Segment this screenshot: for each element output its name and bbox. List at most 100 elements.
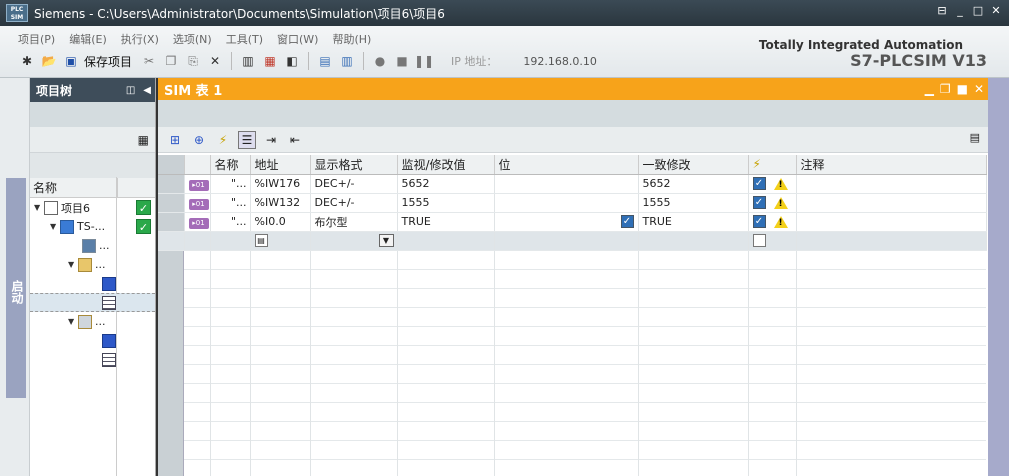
minimize-icon[interactable]: ▁ <box>925 82 934 96</box>
enable-checkbox[interactable]: ✓ <box>752 196 766 210</box>
tree-item-add-table[interactable] <box>30 274 155 293</box>
stop-icon[interactable]: ■ <box>393 52 411 70</box>
cell-consistent-modify[interactable]: TRUE <box>638 212 749 232</box>
close-button[interactable]: ✕ <box>989 4 1003 17</box>
download-icon[interactable]: ▦ <box>261 52 279 70</box>
menu-execute[interactable]: 执行(X) <box>121 31 159 47</box>
compile-icon[interactable]: ▥ <box>239 52 257 70</box>
tree-item-sim-table[interactable] <box>30 293 155 312</box>
cell-monitor-value[interactable]: 5652 <box>397 174 495 194</box>
browse-icon[interactable]: ▤ <box>254 234 268 248</box>
enable-checkbox[interactable]: ✓ <box>752 215 766 229</box>
column-header-modify-enable[interactable]: ⚡ <box>748 155 797 175</box>
export-icon[interactable]: ⇥ <box>262 131 280 149</box>
enable-checkbox[interactable]: ✓ <box>752 234 766 248</box>
cut-icon[interactable]: ✂ <box>140 52 158 70</box>
cell-bits[interactable] <box>494 231 639 251</box>
expanded-mode-icon[interactable]: ☰ <box>238 130 256 149</box>
table-row[interactable]: ▸01 "... %IW132 DEC+/- 1555 1555 ✓ <box>158 193 987 213</box>
cell-address[interactable]: ▤ <box>250 231 311 251</box>
cell-bits[interactable] <box>494 174 639 194</box>
tree-item-add-sequence[interactable] <box>30 331 155 350</box>
maximize-button[interactable]: □ <box>971 4 985 17</box>
cell-format[interactable]: DEC+/- <box>310 174 398 194</box>
cell-address[interactable]: %IW176 <box>250 174 311 194</box>
cell-modify-enable[interactable]: ✓ <box>748 193 797 213</box>
delete-icon[interactable]: ✕ <box>206 52 224 70</box>
menu-window[interactable]: 窗口(W) <box>277 31 318 47</box>
cell-address[interactable]: %I0.0 <box>250 212 311 232</box>
split-vertical-icon[interactable]: ▥ <box>338 52 356 70</box>
tree-item-sim-folder[interactable]: ▼ ... <box>30 255 155 274</box>
cell-consistent-modify[interactable]: 5652 <box>638 174 749 194</box>
maximize-icon[interactable]: ■ <box>957 82 968 96</box>
pause-icon[interactable]: ❚❚ <box>414 52 434 70</box>
add-row-icon[interactable]: ⊞ <box>166 131 184 149</box>
split-view-icon[interactable]: ◫ <box>126 85 135 96</box>
format-dropdown-icon[interactable]: ▼ <box>378 234 394 248</box>
expand-arrow-icon[interactable]: ▼ <box>34 203 44 212</box>
cell-modify-enable[interactable]: ✓ <box>748 174 797 194</box>
cell-monitor-value[interactable] <box>397 231 495 251</box>
cell-comment[interactable] <box>796 231 987 251</box>
table-row[interactable]: ▸01 "... %I0.0 布尔型 TRUE ✓ TRUE ✓ <box>158 212 987 232</box>
minimize-button[interactable]: _ <box>953 4 967 17</box>
expand-arrow-icon[interactable]: ▼ <box>68 260 78 269</box>
cell-format[interactable]: DEC+/- <box>310 193 398 213</box>
cell-name[interactable]: "... <box>210 212 251 232</box>
cell-monitor-value[interactable]: TRUE <box>397 212 495 232</box>
import-icon[interactable]: ⇤ <box>286 131 304 149</box>
column-header-monitor-value[interactable]: 监视/修改值 <box>397 155 495 175</box>
cell-address[interactable]: %IW132 <box>250 193 311 213</box>
enable-checkbox[interactable]: ✓ <box>752 177 766 191</box>
save-project-button[interactable]: 保存项目 <box>84 53 132 70</box>
menu-tools[interactable]: 工具(T) <box>226 31 263 47</box>
table-row[interactable]: ▸01 "... %IW176 DEC+/- 5652 5652 ✓ <box>158 174 987 194</box>
cell-monitor-value[interactable]: 1555 <box>397 193 495 213</box>
column-header-name[interactable]: 名称 <box>210 155 251 175</box>
run-icon[interactable]: ● <box>371 52 389 70</box>
expand-arrow-icon[interactable]: ▼ <box>68 317 78 326</box>
close-icon[interactable]: ✕ <box>974 82 984 96</box>
collapse-panel-icon[interactable]: ◀ <box>143 85 151 96</box>
modify-now-icon[interactable]: ⚡ <box>214 131 232 149</box>
tree-item-sequence[interactable] <box>30 350 155 369</box>
table-settings-icon[interactable]: ▤ <box>970 131 980 144</box>
cell-bits[interactable]: ✓ <box>494 212 639 232</box>
menu-project[interactable]: 项目(P) <box>18 31 55 47</box>
cell-comment[interactable] <box>796 193 987 213</box>
new-project-icon[interactable]: ✱ <box>18 52 36 70</box>
startup-tab[interactable]: 启动 <box>6 178 26 398</box>
cell-consistent-modify[interactable] <box>638 231 749 251</box>
cell-bits[interactable] <box>494 193 639 213</box>
column-header-consistent-modify[interactable]: 一致修改 <box>638 155 749 175</box>
column-header-bits[interactable]: 位 <box>494 155 639 175</box>
save-icon[interactable]: ▣ <box>62 52 80 70</box>
cell-format[interactable]: ▼ <box>310 231 398 251</box>
cell-modify-enable[interactable]: ✓ <box>748 212 797 232</box>
copy-icon[interactable]: ❐ <box>162 52 180 70</box>
bit-checkbox[interactable]: ✓ <box>620 215 634 229</box>
paste-icon[interactable]: ⎘ <box>184 52 202 70</box>
insert-row-icon[interactable]: ⊕ <box>190 131 208 149</box>
cell-name[interactable]: "... <box>210 174 251 194</box>
cell-format[interactable]: 布尔型 <box>310 212 398 232</box>
new-entry-row[interactable]: ▤ ▼ ✓ <box>158 231 987 251</box>
column-header-format[interactable]: 显示格式 <box>310 155 398 175</box>
cell-name[interactable] <box>210 231 251 251</box>
tree-item-device-config[interactable]: ... <box>30 236 155 255</box>
float-icon[interactable]: ❐ <box>940 82 951 96</box>
table-view-icon[interactable]: ▦ <box>138 133 149 147</box>
online-icon[interactable]: ◧ <box>283 52 301 70</box>
column-header-address[interactable]: 地址 <box>250 155 311 175</box>
cell-modify-enable[interactable]: ✓ <box>748 231 797 251</box>
tree-item-project[interactable]: ▼ 项目6 ✓ <box>30 198 155 217</box>
cell-comment[interactable] <box>796 174 987 194</box>
cell-consistent-modify[interactable]: 1555 <box>638 193 749 213</box>
tree-item-sequence-folder[interactable]: ▼ ... <box>30 312 155 331</box>
menu-help[interactable]: 帮助(H) <box>332 31 371 47</box>
split-horizontal-icon[interactable]: ▤ <box>316 52 334 70</box>
open-project-icon[interactable]: 📂 <box>40 52 58 70</box>
column-header-comment[interactable]: 注释 <box>796 155 987 175</box>
expand-arrow-icon[interactable]: ▼ <box>50 222 60 231</box>
